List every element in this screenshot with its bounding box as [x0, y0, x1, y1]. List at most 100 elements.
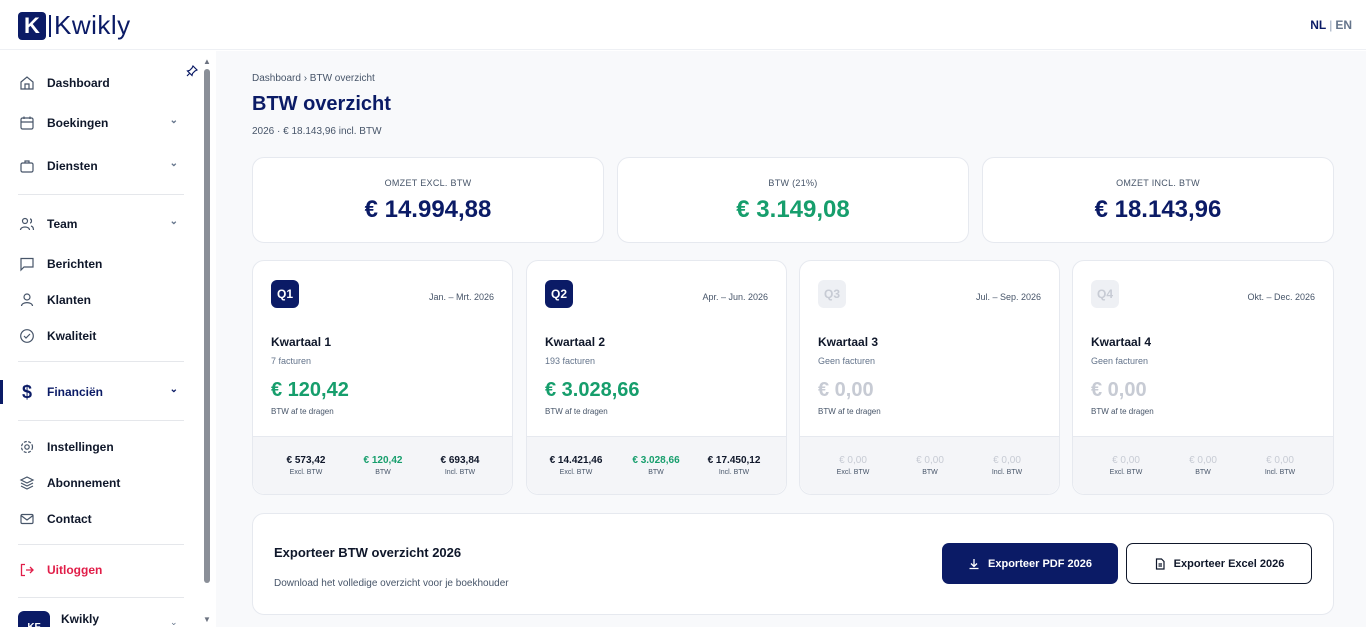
chevron-down-icon[interactable]: ⌄	[170, 216, 178, 227]
page-title: BTW overzicht	[252, 93, 391, 115]
breakdown-value: € 573,42	[286, 455, 326, 466]
sidebar-item-label: Boekingen	[47, 116, 109, 130]
sidebar-item-kwaliteit[interactable]: Kwaliteit	[18, 324, 186, 348]
quarter-btw-label: BTW af te dragen	[545, 407, 608, 416]
sidebar-item-diensten[interactable]: Diensten ⌄	[18, 154, 186, 178]
sidebar-item-team[interactable]: Team ⌄	[18, 212, 186, 236]
breakdown-value: € 14.421,46	[549, 455, 603, 466]
breakdown-label: Excl. BTW	[559, 469, 593, 476]
breakdown-incl: € 0,00 Incl. BTW	[1245, 455, 1315, 476]
sidebar-divider	[18, 597, 184, 598]
sidebar-item-label: Uitloggen	[47, 563, 103, 577]
quarter-card-q2[interactable]: Q2 Apr. – Jun. 2026 Kwartaal 2 193 factu…	[526, 260, 787, 495]
sidebar-item-abonnement[interactable]: Abonnement	[18, 471, 186, 495]
breakdown-excl: € 0,00 Excl. BTW	[1091, 455, 1161, 476]
sidebar-item-boekingen[interactable]: Boekingen ⌄	[18, 111, 186, 135]
sidebar-item-klanten[interactable]: Klanten	[18, 288, 186, 312]
calendar-icon	[18, 114, 36, 132]
sidebar-item-financien[interactable]: $ Financiën ⌄	[18, 380, 186, 404]
sidebar-item-uitloggen[interactable]: Uitloggen	[18, 558, 186, 582]
chevron-down-icon[interactable]: ⌄	[170, 115, 178, 126]
lang-en[interactable]: EN	[1335, 18, 1352, 32]
quarter-period: Apr. – Jun. 2026	[702, 292, 768, 302]
quarter-badge: Q2	[545, 280, 573, 308]
breakdown-value: € 0,00	[1266, 455, 1294, 466]
breakdown-value: € 0,00	[916, 455, 944, 466]
breakdown-label: BTW	[1195, 469, 1211, 476]
lang-separator: |	[1329, 18, 1333, 32]
language-switcher: NL | EN	[1310, 18, 1352, 32]
quarter-card-q1[interactable]: Q1 Jan. – Mrt. 2026 Kwartaal 1 7 facture…	[252, 260, 513, 495]
scroll-thumb[interactable]	[204, 69, 210, 583]
logo[interactable]: K Kwikly	[18, 10, 131, 41]
quarter-badge: Q3	[818, 280, 846, 308]
invoice-count: Geen facturen	[818, 356, 876, 366]
breakdown-value: € 3.028,66	[632, 455, 680, 466]
quarter-btw-amount: € 3.028,66	[545, 379, 640, 401]
sidebar-item-label: Dashboard	[47, 76, 110, 90]
scroll-up-icon[interactable]: ▲	[203, 57, 211, 66]
sidebar-item-berichten[interactable]: Berichten	[18, 252, 186, 276]
quarter-btw-label: BTW af te dragen	[271, 407, 334, 416]
breakdown-btw: € 3.028,66 BTW	[621, 455, 691, 476]
breakdown-label: Excl. BTW	[836, 469, 870, 476]
sidebar-item-label: Team	[47, 217, 78, 231]
sidebar-item-label: Financiën	[47, 385, 104, 399]
sidebar-item-label: Contact	[47, 512, 92, 526]
lang-nl[interactable]: NL	[1310, 18, 1326, 32]
quarter-btw-label: BTW af te dragen	[818, 407, 881, 416]
export-title: Exporteer BTW overzicht 2026	[274, 545, 462, 560]
breakdown-incl: € 693,84 Incl. BTW	[425, 455, 495, 476]
invoice-count: Geen facturen	[1091, 356, 1149, 366]
breakdown-label: BTW	[648, 469, 664, 476]
quarter-period: Okt. – Dec. 2026	[1247, 292, 1315, 302]
breadcrumb[interactable]: Dashboard › BTW overzicht	[252, 73, 375, 84]
sidebar-scrollbar[interactable]: ▲ ▼	[203, 57, 211, 624]
quarter-breakdown: € 573,42 Excl. BTW € 120,42 BTW € 693,84 In…	[253, 436, 512, 494]
active-indicator	[0, 380, 3, 404]
sidebar-item-label: Berichten	[47, 257, 103, 271]
chevron-down-icon[interactable]: ⌄	[170, 158, 178, 169]
export-excel-label: Exporteer Excel 2026	[1173, 557, 1285, 570]
quarter-card-q4[interactable]: Q4 Okt. – Dec. 2026 Kwartaal 4 Geen fact…	[1072, 260, 1334, 495]
breakdown-value: € 17.450,12	[707, 455, 761, 466]
breakdown-value: € 693,84	[440, 455, 480, 466]
breakdown-incl: € 0,00 Incl. BTW	[972, 455, 1042, 476]
sidebar-item-instellingen[interactable]: Instellingen	[18, 435, 186, 459]
export-pdf-label: Exporteer PDF 2026	[988, 557, 1092, 570]
quarter-badge: Q4	[1091, 280, 1119, 308]
sidebar-item-contact[interactable]: Contact	[18, 507, 186, 531]
message-icon	[18, 255, 36, 273]
download-icon	[968, 558, 980, 570]
breakdown-value: € 0,00	[993, 455, 1021, 466]
main-content: Dashboard › BTW overzicht BTW overzicht …	[216, 51, 1366, 627]
logo-mark: K	[18, 11, 46, 40]
sidebar-divider	[18, 361, 184, 362]
quarter-btw-amount: € 120,42	[271, 379, 349, 401]
stat-label: OMZET INCL. BTW	[1116, 178, 1200, 188]
stat-card-btw: BTW (21%) € 3.149,08	[617, 157, 969, 243]
export-excel-button[interactable]: Exporteer Excel 2026	[1126, 543, 1312, 584]
quarter-btw-label: BTW af te dragen	[1091, 407, 1154, 416]
export-pdf-button[interactable]: Exporteer PDF 2026	[942, 543, 1118, 584]
sidebar-item-dashboard[interactable]: Dashboard	[18, 71, 186, 95]
chevron-down-icon[interactable]: ⌄	[170, 384, 178, 395]
stat-value: € 18.143,96	[1094, 196, 1222, 223]
breakdown-excl: € 0,00 Excl. BTW	[818, 455, 888, 476]
user-icon	[18, 291, 36, 309]
quarter-breakdown: € 0,00 Excl. BTW € 0,00 BTW € 0,00 Incl. BT…	[800, 436, 1059, 494]
user-menu[interactable]: KF Kwikly ⌄	[18, 611, 178, 627]
document-icon	[1154, 557, 1166, 570]
mail-icon	[18, 510, 36, 528]
breakdown-value: € 0,00	[839, 455, 867, 466]
quarter-period: Jan. – Mrt. 2026	[428, 292, 494, 302]
pin-icon[interactable]	[186, 64, 199, 80]
quarter-period: Jul. – Sep. 2026	[975, 292, 1041, 302]
quarter-badge: Q1	[271, 280, 299, 308]
quarter-name: Kwartaal 3	[818, 335, 879, 349]
quarter-card-q3[interactable]: Q3 Jul. – Sep. 2026 Kwartaal 3 Geen fact…	[799, 260, 1060, 495]
breakdown-excl: € 573,42 Excl. BTW	[271, 455, 341, 476]
breakdown-label: Incl. BTW	[444, 469, 476, 476]
scroll-down-icon[interactable]: ▼	[203, 615, 211, 624]
user-name: Kwikly	[61, 612, 100, 626]
